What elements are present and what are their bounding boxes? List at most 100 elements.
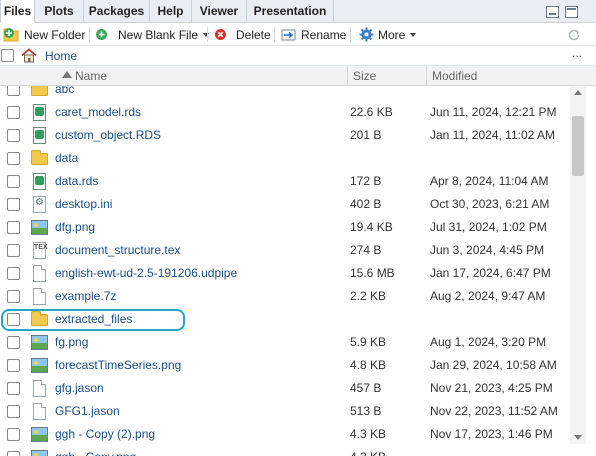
row-checkbox[interactable] — [7, 175, 20, 188]
list-item[interactable]: data.rds 172 B Apr 8, 2024, 11:04 AM — [0, 170, 570, 193]
list-item[interactable]: example.7z 2.2 KB Aug 2, 2024, 9:47 AM — [0, 285, 570, 308]
file-modified: Jan 11, 2024, 11:02 AM — [430, 128, 555, 142]
tab-help[interactable]: Help — [150, 0, 192, 23]
row-checkbox[interactable] — [7, 129, 20, 142]
breadcrumb: Home ... — [0, 46, 596, 66]
gear-icon — [359, 27, 374, 42]
row-checkbox[interactable] — [7, 290, 20, 303]
rename-label: Rename — [301, 27, 347, 42]
row-checkbox[interactable] — [7, 336, 20, 349]
rds-file-icon — [31, 104, 48, 121]
list-item[interactable]: custom_object.RDS 201 B Jan 11, 2024, 11… — [0, 124, 570, 147]
folder-icon — [31, 150, 48, 167]
list-item[interactable]: dfg.png 19.4 KB Jul 31, 2024, 1:02 PM — [0, 216, 570, 239]
file-name-link[interactable]: caret_model.rds — [55, 101, 141, 124]
file-modified: Jan 29, 2024, 10:58 AM — [430, 358, 557, 372]
file-modified: Jun 11, 2024, 12:21 PM — [430, 105, 557, 119]
list-item[interactable]: data — [0, 147, 570, 170]
list-item[interactable]: forecastTimeSeries.png 4.8 KB Jan 29, 20… — [0, 354, 570, 377]
row-checkbox[interactable] — [7, 428, 20, 441]
list-item[interactable]: caret_model.rds 22.6 KB Jun 11, 2024, 12… — [0, 101, 570, 124]
go-to-directory-button[interactable]: ... — [572, 43, 582, 63]
new-blank-file-button[interactable]: New Blank File — [95, 23, 210, 46]
delete-button[interactable]: Delete — [214, 23, 271, 46]
row-checkbox[interactable] — [7, 267, 20, 280]
file-modified: Nov 17, 2023, 1:46 PM — [430, 427, 553, 441]
chevron-down-icon — [410, 32, 417, 37]
file-modified: Jun 3, 2024, 4:45 PM — [430, 243, 545, 257]
delete-icon — [215, 29, 226, 40]
file-list-header: Name Size Modified — [0, 66, 596, 86]
list-item[interactable]: desktop.ini 402 B Oct 30, 2023, 6:21 AM — [0, 193, 570, 216]
new-folder-button[interactable]: New Folder — [3, 23, 85, 46]
image-file-icon — [31, 449, 48, 456]
file-name-link[interactable]: gfg.jason — [55, 377, 104, 400]
file-name-link[interactable]: abc — [55, 86, 74, 101]
row-checkbox[interactable] — [7, 451, 20, 456]
file-name-link[interactable]: GFG1.jason — [55, 400, 120, 423]
file-name-link[interactable]: ggh - Copy (2).png — [55, 423, 155, 446]
file-modified: Jan 17, 2024, 6:47 PM — [430, 266, 551, 280]
maximize-pane-icon[interactable] — [565, 6, 578, 18]
rds-file-icon — [31, 173, 48, 190]
file-size: 513 B — [350, 404, 382, 418]
file-name-link[interactable]: example.7z — [55, 285, 116, 308]
file-name-link[interactable]: data.rds — [55, 170, 98, 193]
row-checkbox[interactable] — [7, 382, 20, 395]
tab-packages[interactable]: Packages — [84, 0, 150, 23]
minimize-pane-icon[interactable] — [546, 6, 559, 18]
select-all-checkbox[interactable] — [1, 49, 14, 62]
scrollbar-thumb[interactable] — [572, 116, 584, 176]
home-icon — [21, 48, 37, 63]
list-item[interactable]: fg.png 5.9 KB Aug 1, 2024, 3:20 PM — [0, 331, 570, 354]
row-checkbox[interactable] — [7, 405, 20, 418]
more-button[interactable]: More — [359, 23, 417, 46]
file-name-link[interactable]: data — [55, 147, 78, 170]
breadcrumb-home-link[interactable]: Home — [45, 46, 77, 66]
list-item[interactable]: gfg.jason 457 B Nov 21, 2023, 4:25 PM — [0, 377, 570, 400]
list-item[interactable]: english-ewt-ud-2.5-191206.udpipe 15.6 MB… — [0, 262, 570, 285]
column-header-name[interactable]: Name — [75, 66, 107, 86]
column-header-size[interactable]: Size — [353, 66, 376, 86]
rds-file-icon — [31, 127, 48, 144]
list-item[interactable]: abc — [0, 86, 570, 101]
row-checkbox[interactable] — [7, 244, 20, 257]
file-name-link[interactable]: ggh - Copy.png — [55, 446, 136, 456]
file-name-link[interactable]: english-ewt-ud-2.5-191206.udpipe — [55, 262, 237, 285]
column-header-modified[interactable]: Modified — [432, 66, 477, 86]
tab-plots[interactable]: Plots — [35, 0, 84, 23]
settings-file-icon — [31, 196, 48, 213]
tex-file-icon: TEX — [31, 242, 48, 259]
file-name-link[interactable]: desktop.ini — [55, 193, 112, 216]
row-checkbox[interactable] — [7, 198, 20, 211]
document-icon — [31, 380, 48, 397]
scroll-down-icon[interactable] — [574, 435, 582, 440]
list-item[interactable]: TEX document_structure.tex 274 B Jun 3, … — [0, 239, 570, 262]
more-label: More — [378, 27, 406, 42]
file-name-link[interactable]: custom_object.RDS — [55, 124, 161, 147]
file-name-link[interactable]: forecastTimeSeries.png — [55, 354, 181, 377]
list-item[interactable]: ggh - Copy.png 4.3 KB — [0, 446, 570, 456]
file-name-link[interactable]: dfg.png — [55, 216, 95, 239]
file-modified: Nov 21, 2023, 4:25 PM — [430, 381, 553, 395]
file-name-link[interactable]: document_structure.tex — [55, 239, 180, 262]
list-item[interactable]: ggh - Copy (2).png 4.3 KB Nov 17, 2023, … — [0, 423, 570, 446]
file-modified: Aug 1, 2024, 3:20 PM — [430, 335, 547, 349]
row-checkbox[interactable] — [7, 152, 20, 165]
row-checkbox[interactable] — [7, 106, 20, 119]
file-name-link[interactable]: fg.png — [55, 331, 88, 354]
vertical-scrollbar[interactable] — [570, 86, 586, 444]
list-item[interactable]: GFG1.jason 513 B Nov 22, 2023, 11:52 AM — [0, 400, 570, 423]
files-toolbar: New Folder New Blank File Delete Rename — [0, 23, 596, 46]
folder-icon — [31, 86, 48, 98]
rename-button[interactable]: Rename — [281, 23, 346, 46]
tab-presentation[interactable]: Presentation — [247, 0, 334, 23]
file-size: 402 B — [350, 197, 382, 211]
row-checkbox[interactable] — [7, 86, 20, 96]
row-checkbox[interactable] — [7, 359, 20, 372]
tab-viewer[interactable]: Viewer — [192, 0, 247, 23]
scroll-up-icon[interactable] — [574, 90, 582, 95]
tab-files[interactable]: Files — [0, 0, 35, 24]
document-icon — [31, 288, 48, 305]
row-checkbox[interactable] — [7, 221, 20, 234]
